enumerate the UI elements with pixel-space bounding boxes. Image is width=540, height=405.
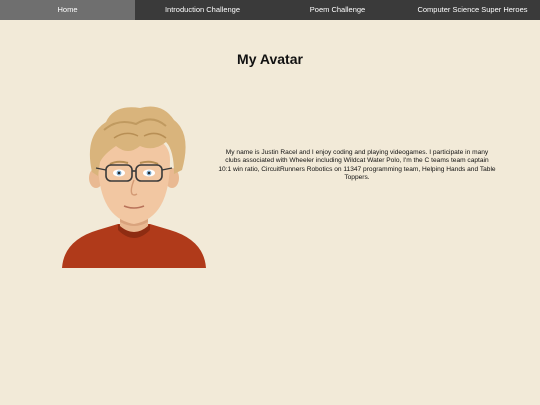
page-title: My Avatar bbox=[237, 51, 303, 67]
bio-text: My name is Justin Racel and I enjoy codi… bbox=[218, 149, 496, 182]
top-nav: Home Introduction Challenge Poem Challen… bbox=[0, 0, 540, 20]
nav-home[interactable]: Home bbox=[0, 0, 135, 20]
nav-cs-super-heroes[interactable]: Computer Science Super Heroes bbox=[405, 0, 540, 20]
nav-introduction-challenge[interactable]: Introduction Challenge bbox=[135, 0, 270, 20]
avatar-image bbox=[62, 106, 206, 268]
nav-poem-challenge[interactable]: Poem Challenge bbox=[270, 0, 405, 20]
